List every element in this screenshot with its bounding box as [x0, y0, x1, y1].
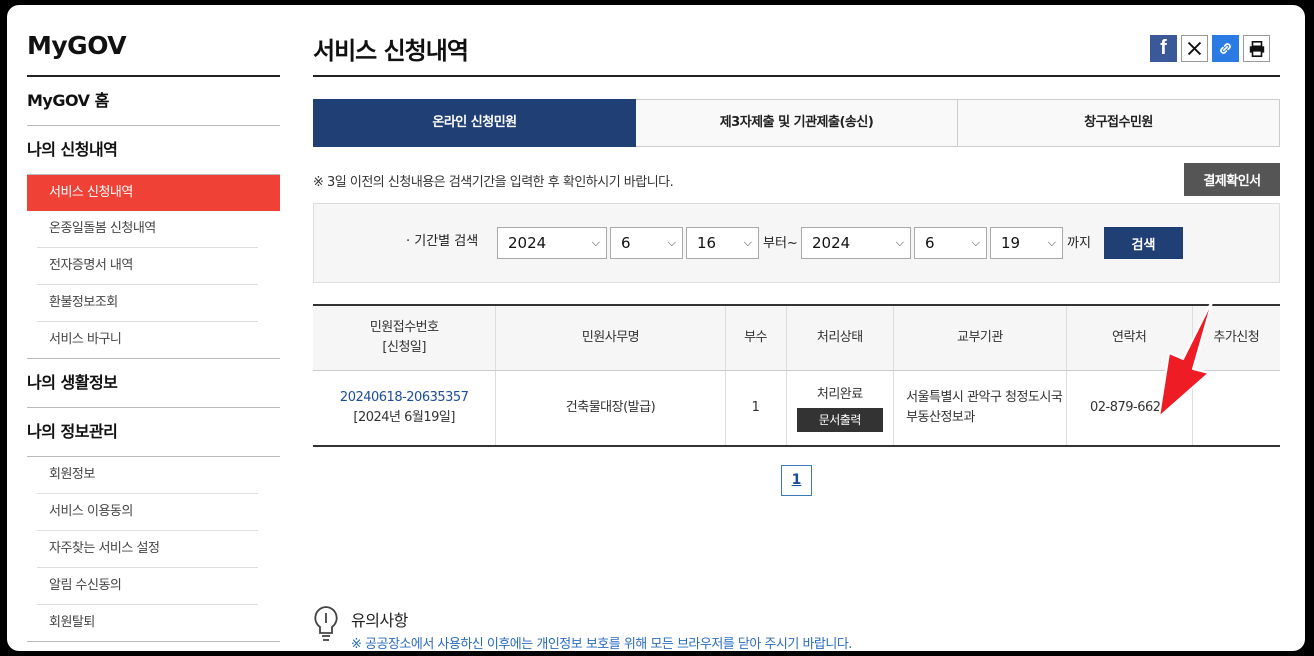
- sidebar-section-apply[interactable]: 나의 신청내역: [27, 126, 280, 175]
- chevron-down-icon: ⌵: [591, 236, 600, 249]
- to-day-value: 19: [1001, 234, 1021, 252]
- chevron-down-icon: ⌵: [971, 236, 980, 249]
- search-button[interactable]: 검색: [1104, 227, 1183, 259]
- sidebar-item-care-history[interactable]: 온종일돌봄 신청내역: [37, 211, 258, 248]
- sidebar-info-list: 회원정보 서비스 이용동의 자주찾는 서비스 설정 알림 수신동의 회원탈퇴: [27, 457, 280, 642]
- link-icon[interactable]: [1212, 35, 1239, 62]
- caution-text: ※ 공공장소에서 사용하신 이후에는 개인정보 보호를 위해 모든 브라우저를 …: [351, 637, 852, 651]
- print-icon[interactable]: [1243, 35, 1270, 62]
- to-year-select[interactable]: 2024 ⌵: [801, 227, 911, 259]
- x-icon[interactable]: [1181, 35, 1208, 62]
- tab-third-party[interactable]: 제3자제출 및 기관제출(송신): [636, 99, 958, 147]
- agency-line1: 서울특별시 관악구 청정도시국: [906, 390, 1063, 405]
- col-agency: 교부기관: [893, 304, 1067, 371]
- tab-counter[interactable]: 창구접수민원: [958, 99, 1280, 147]
- page-title: 서비스 신청내역: [313, 37, 469, 65]
- chevron-down-icon: ⌵: [743, 236, 752, 249]
- title-row: 서비스 신청내역 f: [313, 5, 1280, 77]
- cell-agency: 서울특별시 관악구 청정도시국부동산정보과: [893, 370, 1067, 447]
- lightbulb-icon: [313, 605, 339, 649]
- sidebar-item-service-basket[interactable]: 서비스 바구니: [37, 322, 258, 358]
- apply-date: [2024년 6월19일]: [353, 410, 455, 425]
- cell-service-name: 건축물대장(발급): [495, 370, 726, 447]
- brand-title: MyGOV: [27, 31, 280, 77]
- chevron-down-icon: ⌵: [1047, 236, 1056, 249]
- sidebar-section-info[interactable]: 나의 정보관리: [27, 408, 280, 457]
- sidebar: MyGOV MyGOV 홈 나의 신청내역 서비스 신청내역 온종일돌봄 신청내…: [27, 5, 280, 642]
- facebook-icon[interactable]: f: [1150, 35, 1177, 62]
- search-box: · 기간별 검색 2024 ⌵ 6 ⌵ 16 ⌵ 부터~ 2024 ⌵ 6 ⌵ 19 ⌵ 까…: [313, 203, 1280, 283]
- cell-copies: 1: [725, 370, 787, 447]
- from-month-value: 6: [621, 234, 631, 252]
- to-year-value: 2024: [812, 234, 851, 252]
- sidebar-home-link[interactable]: MyGOV 홈: [27, 77, 280, 126]
- sidebar-item-ecert-history[interactable]: 전자증명서 내역: [37, 248, 258, 285]
- search-label: · 기간별 검색: [406, 234, 479, 249]
- col-receipt-no: 민원접수번호 [신청일]: [313, 304, 497, 371]
- main-content: 서비스 신청내역 f 온라인 신청민원 제3자제출 및 기관제출(송신) 창구접…: [313, 5, 1280, 651]
- status-text: 처리완료: [816, 386, 863, 402]
- sidebar-item-service-history[interactable]: 서비스 신청내역: [27, 175, 280, 211]
- red-arrow-annotation: [1158, 298, 1214, 418]
- notice-text: ※ 3일 이전의 신청내용은 검색기간을 입력한 후 확인하시기 바랍니다.: [313, 175, 674, 190]
- from-year-select[interactable]: 2024 ⌵: [497, 227, 607, 259]
- sidebar-item-service-consent[interactable]: 서비스 이용동의: [37, 494, 258, 531]
- sidebar-item-favorite-settings[interactable]: 자주찾는 서비스 설정: [37, 531, 258, 568]
- sidebar-item-member-info[interactable]: 회원정보: [37, 457, 258, 494]
- sidebar-item-refund-info[interactable]: 환불정보조회: [37, 285, 258, 322]
- from-day-select[interactable]: 16 ⌵: [686, 227, 759, 259]
- tab-online-apply[interactable]: 온라인 신청민원: [313, 99, 636, 147]
- col-receipt-no-label: 민원접수번호: [369, 320, 439, 335]
- cell-status: 처리완료문서출력: [786, 370, 895, 447]
- payment-receipt-button[interactable]: 결제확인서: [1184, 163, 1280, 196]
- sidebar-item-notification-consent[interactable]: 알림 수신동의: [37, 568, 258, 605]
- col-service-name: 민원사무명: [495, 304, 726, 371]
- chevron-down-icon: ⌵: [895, 236, 904, 249]
- col-copies: 부수: [725, 304, 787, 371]
- from-text: 부터~: [763, 236, 798, 251]
- to-text: 까지: [1067, 236, 1091, 251]
- to-month-value: 6: [925, 234, 935, 252]
- from-month-select[interactable]: 6 ⌵: [610, 227, 683, 259]
- print-document-button[interactable]: 문서출력: [796, 407, 883, 432]
- browser-frame: MyGOV MyGOV 홈 나의 신청내역 서비스 신청내역 온종일돌봄 신청내…: [7, 5, 1305, 651]
- caution-title: 유의사항: [351, 611, 408, 630]
- cell-receipt-no: 20240618-20635357 [2024년 6월19일]: [313, 370, 497, 447]
- to-month-select[interactable]: 6 ⌵: [914, 227, 987, 259]
- sidebar-section-life[interactable]: 나의 생활정보: [27, 359, 280, 408]
- agency-line2: 부동산정보과: [906, 410, 975, 425]
- from-day-value: 16: [697, 234, 717, 252]
- col-apply-date-label: [신청일]: [382, 340, 426, 355]
- share-toolbar: f: [1150, 35, 1270, 62]
- page-1-button[interactable]: 1: [781, 465, 812, 496]
- sidebar-item-withdraw[interactable]: 회원탈퇴: [37, 605, 258, 641]
- chevron-down-icon: ⌵: [667, 236, 676, 249]
- from-year-value: 2024: [508, 234, 547, 252]
- receipt-no-link[interactable]: 20240618-20635357: [340, 390, 469, 405]
- sidebar-apply-list: 서비스 신청내역 온종일돌봄 신청내역 전자증명서 내역 환불정보조회 서비스 …: [27, 175, 280, 359]
- to-day-select[interactable]: 19 ⌵: [990, 227, 1063, 259]
- col-status: 처리상태: [786, 304, 895, 371]
- tab-bar: 온라인 신청민원 제3자제출 및 기관제출(송신) 창구접수민원: [313, 99, 1280, 147]
